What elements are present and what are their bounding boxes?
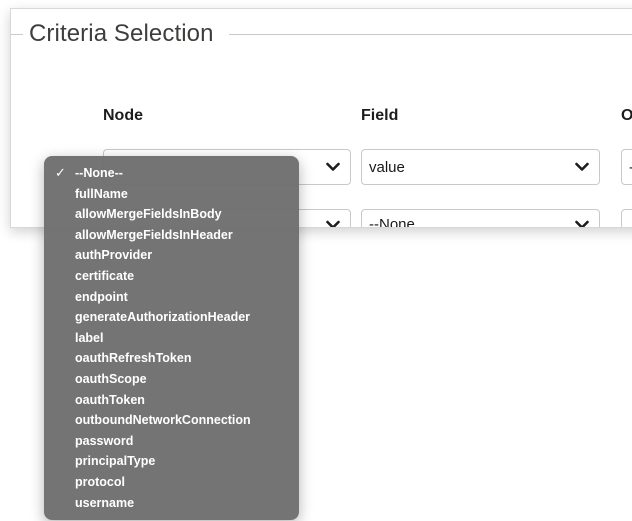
chevron-down-icon — [575, 161, 589, 173]
chevron-down-icon — [326, 161, 340, 173]
legend-divider-left — [11, 34, 23, 35]
dropdown-option[interactable]: protocol — [44, 472, 299, 493]
dropdown-option[interactable]: username — [44, 493, 299, 514]
operator-column-header: O — [621, 107, 632, 125]
dropdown-option[interactable]: oauthRefreshToken — [44, 348, 299, 369]
dropdown-option[interactable]: principalType — [44, 451, 299, 472]
dropdown-option[interactable]: endpoint — [44, 287, 299, 308]
operator-select[interactable]: - — [621, 149, 632, 185]
chevron-down-icon — [575, 218, 589, 227]
chevron-down-icon — [326, 218, 340, 227]
dropdown-option[interactable]: fullName — [44, 184, 299, 205]
dropdown-option[interactable]: allowMergeFieldsInHeader — [44, 225, 299, 246]
dropdown-option[interactable]: outboundNetworkConnection — [44, 410, 299, 431]
operator-select-row-2[interactable] — [621, 209, 632, 227]
panel-title: Criteria Selection — [29, 20, 214, 47]
field-select[interactable]: value — [361, 149, 600, 185]
dropdown-option[interactable]: oauthToken — [44, 390, 299, 411]
checkmark-icon: ✓ — [55, 165, 66, 180]
dropdown-option[interactable]: oauthScope — [44, 369, 299, 390]
field-column-header: Field — [361, 107, 399, 124]
dropdown-option[interactable]: allowMergeFieldsInBody — [44, 204, 299, 225]
dropdown-option[interactable]: generateAuthorizationHeader — [44, 307, 299, 328]
dropdown-option[interactable]: certificate — [44, 266, 299, 287]
legend-divider-right — [229, 34, 632, 35]
dropdown-option[interactable]: password — [44, 431, 299, 452]
dropdown-option[interactable]: label — [44, 328, 299, 349]
field-select-value: value — [369, 158, 405, 176]
node-column-header: Node — [103, 107, 143, 124]
node-dropdown-list: ✓ --None-- fullName allowMergeFieldsInBo… — [44, 156, 299, 520]
dropdown-option[interactable]: authProvider — [44, 245, 299, 266]
field-select-row-2-value: --None — [369, 216, 415, 228]
field-select-row-2[interactable]: --None — [361, 209, 600, 228]
dropdown-option-none[interactable]: ✓ --None-- — [44, 163, 299, 184]
